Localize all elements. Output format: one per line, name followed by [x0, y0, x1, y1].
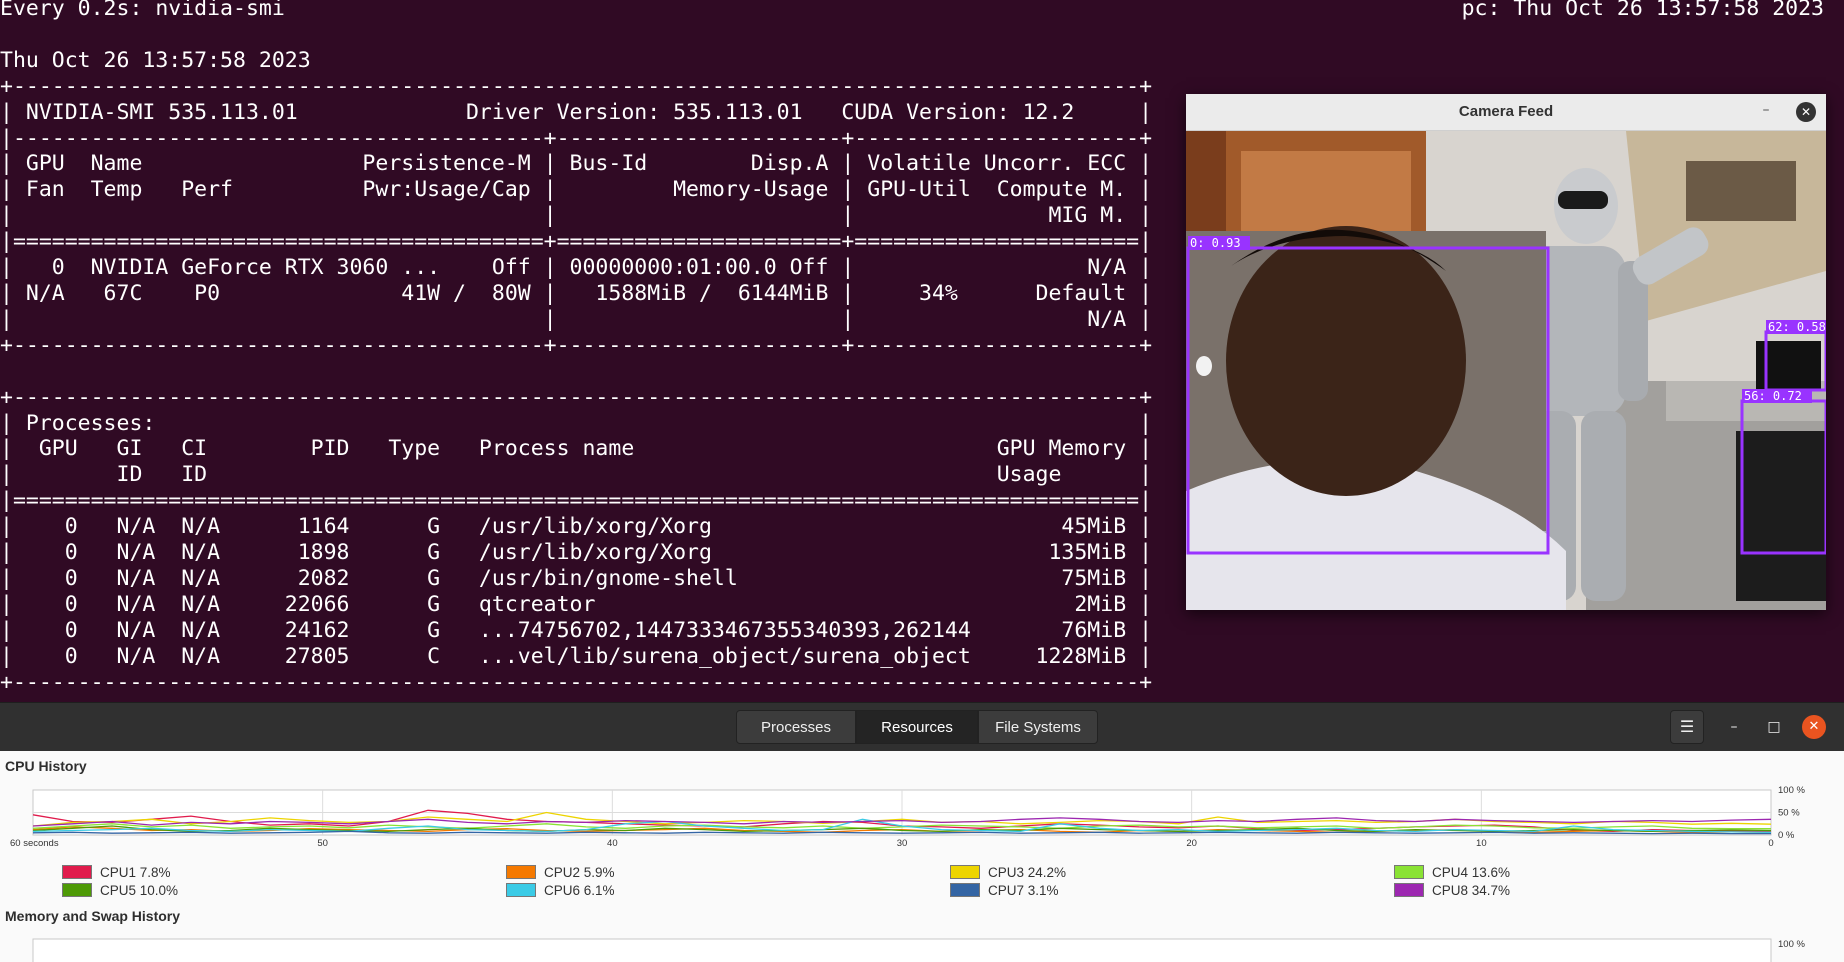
color-swatch[interactable] [506, 883, 536, 897]
legend-label: CPU7 3.1% [988, 883, 1059, 898]
cpu-y-tick-label: 50 % [1778, 808, 1800, 819]
color-swatch[interactable] [950, 883, 980, 897]
legend-label: CPU1 7.8% [100, 865, 171, 880]
cpu-x-tick-label: 30 [897, 838, 908, 849]
close-button[interactable]: ✕ [1802, 715, 1826, 739]
cpu-y-tick-label: 0 % [1778, 830, 1795, 841]
color-swatch[interactable] [62, 865, 92, 879]
color-swatch[interactable] [950, 865, 980, 879]
cpu-x-tick-label: 0 [1768, 838, 1773, 849]
legend-label: CPU8 34.7% [1432, 883, 1511, 898]
office-chair [1736, 431, 1826, 601]
tab-processes[interactable]: Processes [736, 710, 856, 744]
system-monitor-headerbar[interactable]: Processes Resources File Systems ☰ – □ ✕ [0, 702, 1844, 751]
legend-label: CPU2 5.9% [544, 865, 615, 880]
detection-label-person: 0: 0.93 [1190, 236, 1241, 250]
minimize-button[interactable]: – [1722, 715, 1746, 739]
legend-label: CPU3 24.2% [988, 865, 1067, 880]
memory-history-chart: 100 % [32, 938, 1805, 962]
cpu-x-tick-label: 10 [1476, 838, 1487, 849]
nvidia-smi-output: Every 0.2s: nvidia-smi Thu Oct 26 13:57:… [0, 0, 1152, 695]
cpu-x-tick-label: 50 [317, 838, 328, 849]
camera-close-button[interactable]: ✕ [1796, 102, 1816, 122]
legend-label: CPU4 13.6% [1432, 865, 1511, 880]
cpu-history-chart: 60 seconds 50 40 30 20 10 0 100 % 50 % 0 % [10, 785, 1805, 849]
color-swatch[interactable] [506, 865, 536, 879]
hamburger-menu-icon[interactable]: ☰ [1670, 710, 1704, 744]
camera-feed-window[interactable]: Camera Feed – ✕ 0: 0.93 62: 0.58 56: 0.7… [1186, 94, 1826, 610]
nvidia-smi-body: Thu Oct 26 13:57:58 2023 +--------------… [0, 47, 1153, 695]
camera-minimize-button[interactable]: – [1754, 100, 1778, 124]
legend-label: CPU5 10.0% [100, 883, 179, 898]
camera-scene: 0: 0.93 62: 0.58 56: 0.72 [1186, 131, 1826, 610]
color-swatch[interactable] [1394, 865, 1424, 879]
camera-titlebar[interactable]: Camera Feed – ✕ [1186, 94, 1826, 131]
memory-plot-area [32, 938, 1772, 962]
cpu-y-tick-label: 100 % [1778, 785, 1805, 796]
system-monitor-window[interactable]: Processes Resources File Systems ☰ – □ ✕… [0, 702, 1844, 962]
memory-y-tick-label: 100 % [1778, 939, 1805, 950]
camera-window-title: Camera Feed [1458, 103, 1554, 120]
detection-label-chair: 56: 0.72 [1744, 389, 1802, 403]
earbud [1196, 356, 1212, 376]
person-face [1226, 226, 1466, 496]
memory-history-title: Memory and Swap History [5, 908, 181, 924]
watch-header-left: Every 0.2s: nvidia-smi [0, 0, 285, 21]
wall-picture [1686, 161, 1796, 221]
tab-resources[interactable]: Resources [856, 710, 978, 744]
cpu-x-tick-label: 40 [607, 838, 618, 849]
tab-file-systems[interactable]: File Systems [978, 710, 1098, 744]
maximize-button[interactable]: □ [1762, 715, 1786, 739]
cpu-x-tick-label: 20 [1186, 838, 1197, 849]
color-swatch[interactable] [62, 883, 92, 897]
cpu-x-tick-label: 60 seconds [10, 838, 59, 849]
watch-header-right: pc: Thu Oct 26 13:57:58 2023 [1461, 0, 1824, 21]
camera-image: 0: 0.93 62: 0.58 56: 0.72 [1186, 131, 1826, 610]
legend-label: CPU6 6.1% [544, 883, 615, 898]
detection-label-laptop: 62: 0.58 [1768, 320, 1826, 334]
color-swatch[interactable] [1394, 883, 1424, 897]
